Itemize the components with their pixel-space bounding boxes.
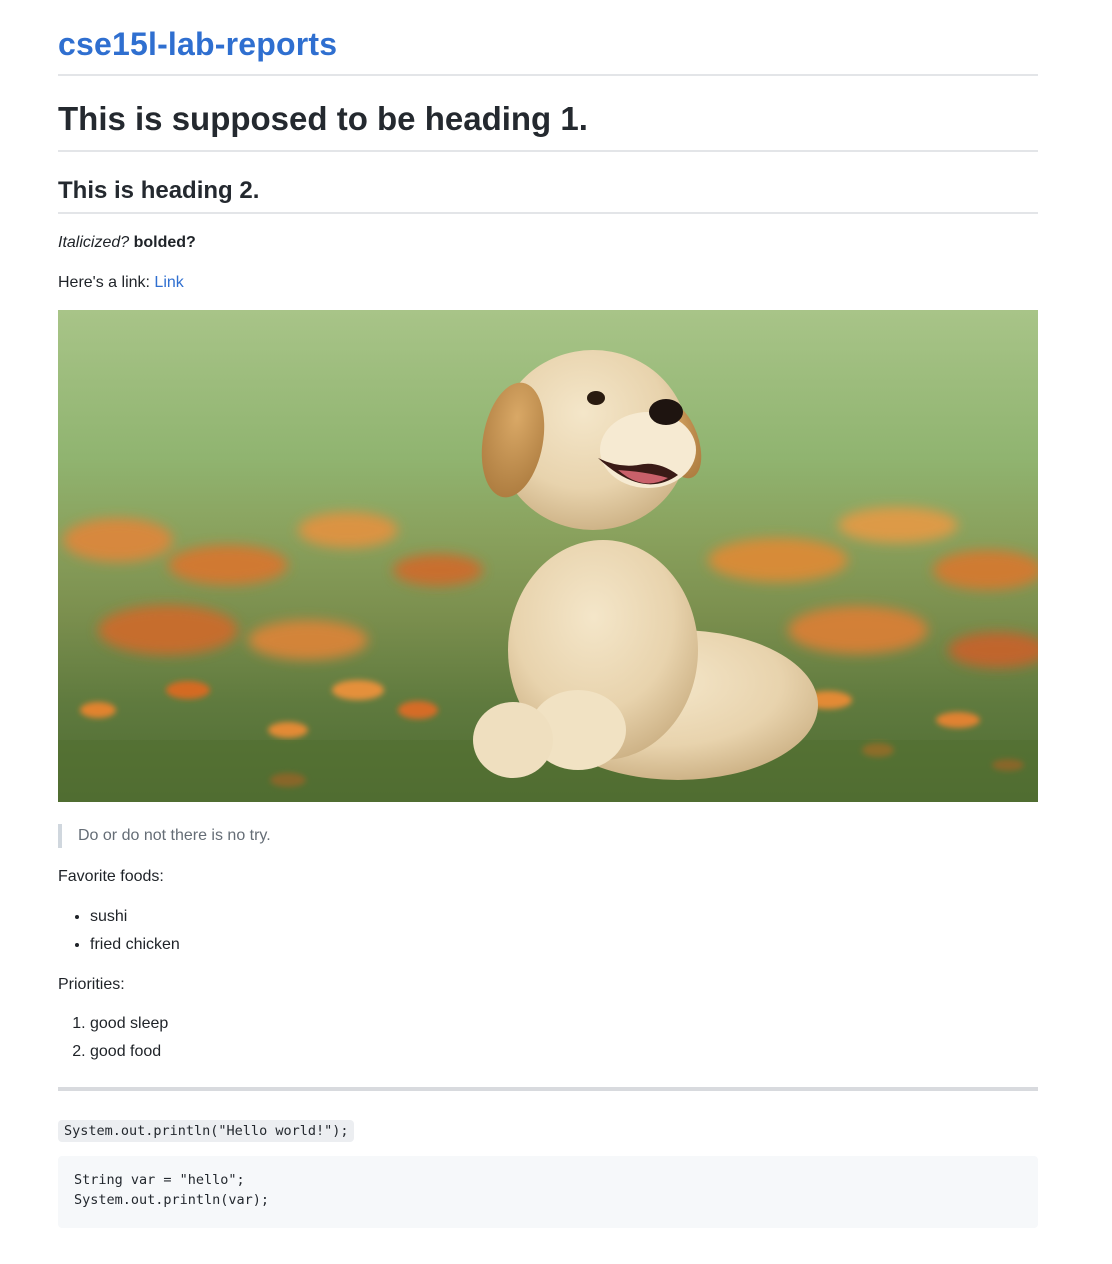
heading-1: This is supposed to be heading 1. [58, 100, 588, 137]
priorities-label: Priorities: [58, 976, 125, 993]
priorities-list: good sleep good food [58, 1010, 168, 1066]
link-paragraph: Here's a link: Link [58, 274, 184, 292]
code-block: String var = "hello"; System.out.println… [58, 1156, 1038, 1228]
blockquote: Do or do not there is no try. [58, 824, 271, 848]
horizontal-rule [58, 1087, 1038, 1091]
link[interactable]: Link [154, 274, 183, 291]
link-prefix: Here's a link: [58, 274, 155, 291]
list-item: good sleep [90, 1010, 168, 1038]
foods-list: sushi fried chicken [58, 902, 180, 958]
header-divider [58, 74, 1038, 76]
list-item: fried chicken [90, 930, 180, 958]
puppy-image [58, 310, 1038, 802]
italic-text: Italicized? [58, 234, 130, 251]
heading-1-divider [58, 150, 1038, 152]
bold-text: bolded? [133, 234, 196, 251]
list-item: good food [90, 1038, 168, 1066]
heading-2-divider [58, 212, 1038, 214]
code-line: System.out.println(var); [74, 1192, 270, 1208]
heading-2: This is heading 2. [58, 177, 260, 204]
site-title-link[interactable]: cse15l-lab-reports [58, 26, 337, 63]
emphasis-paragraph: Italicized? bolded? [58, 234, 196, 252]
inline-code: System.out.println("Hello world!"); [58, 1120, 355, 1142]
foods-label: Favorite foods: [58, 868, 164, 885]
list-item: sushi [90, 902, 180, 930]
code-line: String var = "hello"; [74, 1172, 245, 1188]
